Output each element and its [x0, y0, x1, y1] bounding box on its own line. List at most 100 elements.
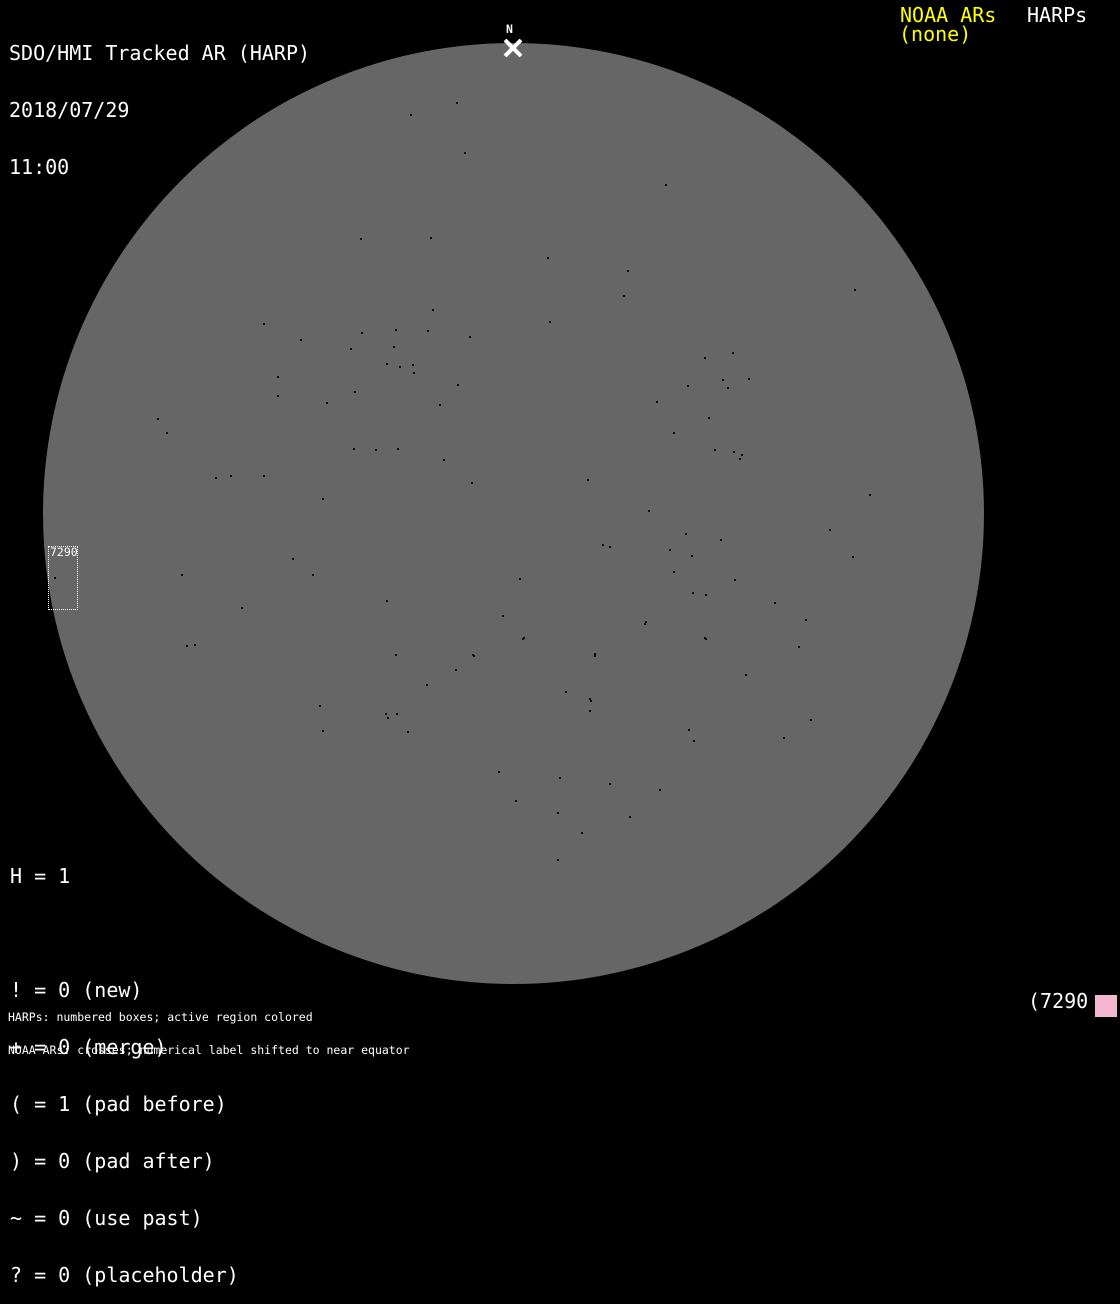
- sunspot-dot: [687, 385, 689, 387]
- sunspot-dot: [665, 184, 667, 186]
- sunspot-dot: [629, 816, 631, 818]
- observation-time: 11:00: [9, 155, 70, 179]
- legend-item-pad-after: ) = 0 (pad after): [10, 1149, 215, 1173]
- sunspot-dot: [386, 363, 388, 365]
- title-block: SDO/HMI Tracked AR (HARP) 2018/07/29 11:…: [9, 6, 310, 196]
- sunspot-dot: [673, 571, 675, 573]
- sunspot-dot: [241, 607, 243, 609]
- harp-color-swatch: [1095, 995, 1117, 1017]
- sunspot-dot: [397, 448, 399, 450]
- sunspot-dot: [669, 549, 671, 551]
- sunspot-dot: [439, 404, 441, 406]
- page-title: SDO/HMI Tracked AR (HARP): [9, 41, 311, 65]
- sunspot-dot: [805, 619, 807, 621]
- sunspot-dot: [549, 321, 551, 323]
- sunspot-dot: [609, 546, 611, 548]
- sunspot-dot: [395, 329, 397, 331]
- sunspot-dot: [708, 417, 710, 419]
- sunspot-dot: [277, 395, 279, 397]
- noaa-ars-none-value: (none): [899, 22, 972, 46]
- sunspot-dot: [589, 710, 591, 712]
- legend-item-use-past: ~ = 0 (use past): [10, 1206, 203, 1230]
- sunspot-dot: [410, 114, 412, 116]
- sunspot-dot: [547, 257, 549, 259]
- sunspot-dot: [396, 713, 398, 715]
- sunspot-dot: [565, 691, 567, 693]
- sunspot-dot: [623, 295, 625, 297]
- harp-box-7290: 7290: [48, 546, 78, 610]
- sunspot-dot: [739, 458, 741, 460]
- sunspot-dot: [810, 719, 812, 721]
- harp-list-entry-label: (7290: [1028, 989, 1089, 1013]
- sunspot-dot: [705, 594, 707, 596]
- sunspot-dot: [350, 348, 352, 350]
- sunspot-dot: [722, 379, 724, 381]
- sunspot-dot: [748, 378, 750, 380]
- sunspot-dot: [456, 102, 458, 104]
- sunspot-dot: [457, 384, 459, 386]
- sunspot-dot: [498, 771, 500, 773]
- sunspot-dot: [407, 731, 409, 733]
- sunspot-dot: [157, 418, 159, 420]
- footnote-harps: HARPs: numbered boxes; active region col…: [8, 1010, 313, 1024]
- sunspot-dot: [354, 391, 356, 393]
- sunspot-dot: [581, 832, 583, 834]
- sunspot-dot: [412, 364, 414, 366]
- sunspot-dot: [733, 451, 735, 453]
- sunspot-dot: [393, 346, 395, 348]
- sunspot-dot: [557, 812, 559, 814]
- sunspot-dot: [648, 510, 650, 512]
- harps-column-header: HARPs: [1027, 3, 1088, 27]
- sunspot-dot: [386, 600, 388, 602]
- sunspot-dot: [714, 449, 716, 451]
- sunspot-dot: [705, 638, 707, 640]
- sunspot-dot: [656, 401, 658, 403]
- footnote-noaa-ars: NOAA ARs: crosses; numerical label shift…: [8, 1043, 410, 1057]
- sunspot-dot: [741, 454, 743, 456]
- sunspot-dot: [385, 713, 387, 715]
- legend-spacer: [10, 924, 239, 943]
- legend-item-pad-before: ( = 1 (pad before): [10, 1092, 227, 1116]
- sunspot-dot: [455, 669, 457, 671]
- legend-h-count: H = 1: [10, 864, 71, 888]
- sunspot-dot: [230, 475, 232, 477]
- sunspot-dot: [783, 737, 785, 739]
- north-label: N: [506, 22, 513, 36]
- sunspot-dot: [413, 372, 415, 374]
- sunspot-dot: [426, 684, 428, 686]
- sunspot-dot: [443, 459, 445, 461]
- sunspot-dot: [594, 655, 596, 657]
- sunspot-dot: [515, 800, 517, 802]
- sunspot-dot: [326, 402, 328, 404]
- footnotes: HARPs: numbered boxes; active region col…: [8, 990, 410, 1067]
- sunspot-dot: [194, 644, 196, 646]
- sunspot-dot: [644, 623, 646, 625]
- sunspot-dot: [685, 533, 687, 535]
- sunspot-dot: [673, 432, 675, 434]
- sunspot-dot: [432, 309, 434, 311]
- sunspot-dot: [519, 578, 521, 580]
- sunspot-dot: [473, 655, 475, 657]
- sunspot-dot: [300, 339, 302, 341]
- sunspot-dot: [745, 674, 747, 676]
- sunspot-dot: [471, 482, 473, 484]
- sunspot-dot: [319, 705, 321, 707]
- sunspot-dot: [186, 645, 188, 647]
- sunspot-dot: [215, 477, 217, 479]
- sunspot-dot: [869, 494, 871, 496]
- sunspot-dot: [181, 574, 183, 576]
- sunspot-dot: [322, 498, 324, 500]
- sunspot-dot: [693, 740, 695, 742]
- sunspot-dot: [277, 376, 279, 378]
- sunspot-dot: [430, 237, 432, 239]
- sunspot-dot: [852, 556, 854, 558]
- sunspot-dot: [691, 555, 693, 557]
- sunspot-dot: [602, 544, 604, 546]
- sunspot-dot: [399, 366, 401, 368]
- sunspot-dot: [375, 449, 377, 451]
- sunspot-dot: [360, 238, 362, 240]
- sunspot-dot: [627, 270, 629, 272]
- sunspot-dot: [798, 646, 800, 648]
- sunspot-dot: [322, 730, 324, 732]
- sunspot-dot: [734, 579, 736, 581]
